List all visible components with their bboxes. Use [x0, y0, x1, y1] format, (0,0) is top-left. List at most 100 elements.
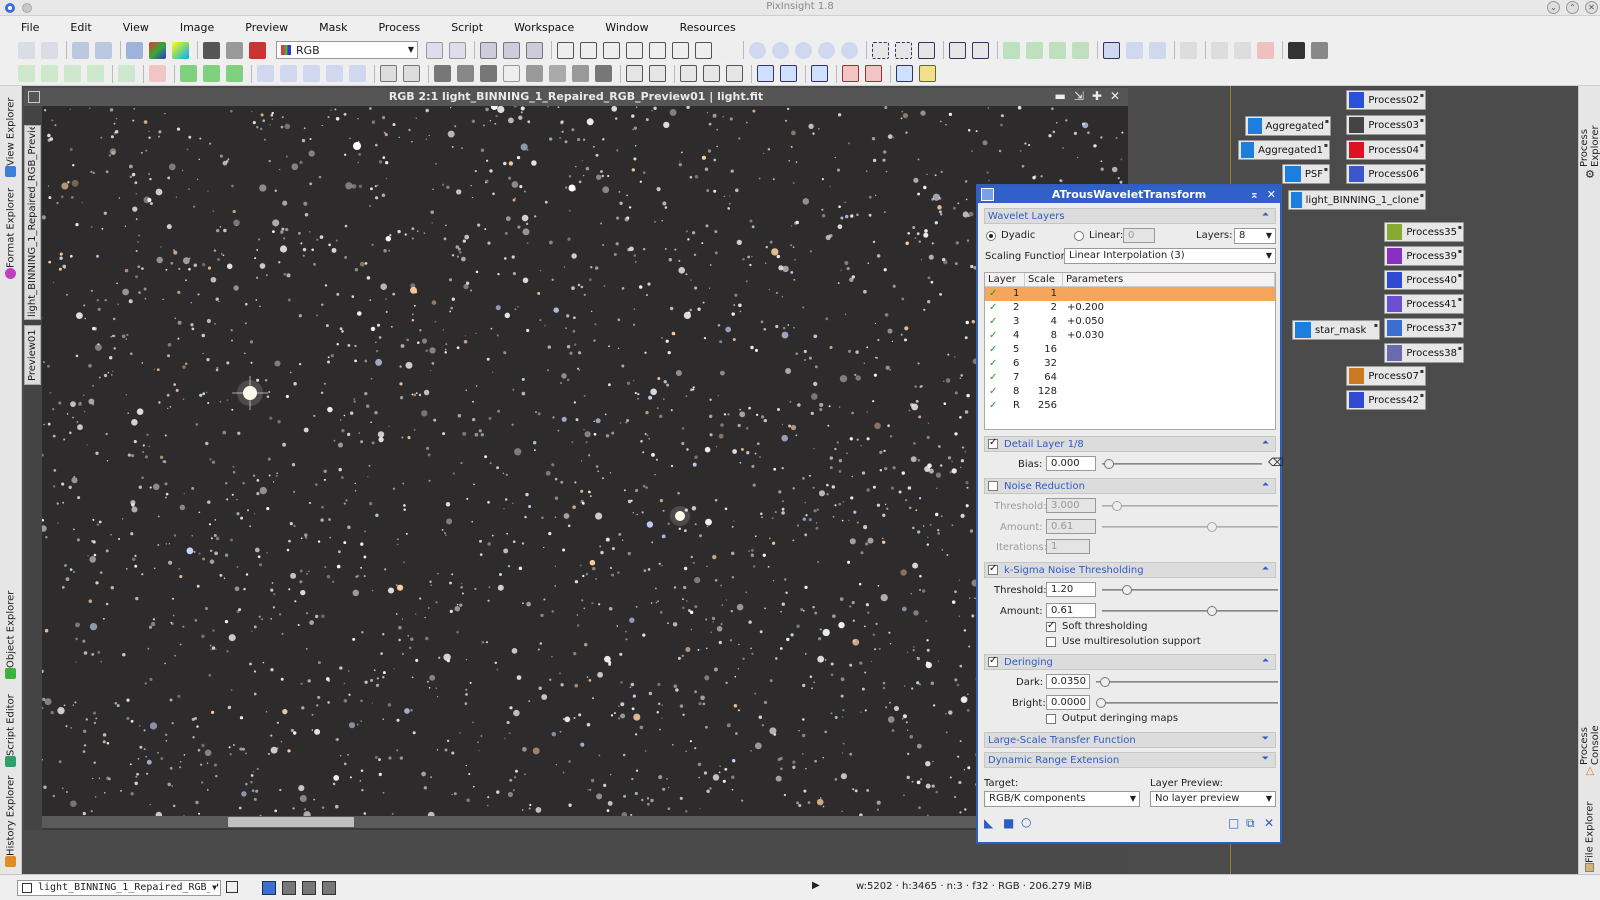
- process-icon-star-mask[interactable]: star_mask ▪: [1292, 320, 1380, 340]
- dyadic-radio[interactable]: [986, 230, 996, 241]
- tab-main-view[interactable]: light_BINNING_1_Repaired_RGB_Preview01: [24, 125, 41, 320]
- undo-icon[interactable]: [18, 41, 35, 59]
- apply-icon[interactable]: ■: [1003, 816, 1014, 830]
- page-icon[interactable]: [672, 41, 689, 59]
- ks-amount-input[interactable]: 0.61: [1046, 603, 1096, 618]
- close-button[interactable]: ✕: [1585, 1, 1598, 14]
- stf-reset-icon[interactable]: [1234, 41, 1251, 59]
- expand-icon[interactable]: ⏷: [1262, 754, 1269, 764]
- table-row[interactable]: ✓ 3 4 +0.050: [985, 315, 1275, 329]
- collapse-icon[interactable]: ⏶: [1262, 480, 1269, 490]
- preview-icon[interactable]: □: [1228, 816, 1239, 830]
- target-select[interactable]: RGB/K components ▼: [984, 791, 1140, 807]
- multires-checkbox[interactable]: [1046, 636, 1056, 647]
- image-window-icon[interactable]: [28, 91, 40, 103]
- color-icon[interactable]: [249, 41, 266, 59]
- check-icon[interactable]: ✓: [989, 287, 997, 301]
- window-grid-icon[interactable]: [526, 41, 543, 59]
- delete-icon[interactable]: [403, 65, 420, 82]
- screen-gray3-icon[interactable]: [322, 881, 336, 895]
- bias-input[interactable]: 0.000: [1046, 456, 1096, 471]
- ksigma-checkbox[interactable]: [988, 563, 998, 575]
- mask-edit-icon[interactable]: [1026, 41, 1043, 59]
- clear-icon[interactable]: ⌫: [1268, 456, 1284, 469]
- tab-view-explorer[interactable]: View Explorer: [2, 94, 20, 180]
- output-deringing-checkbox[interactable]: [1046, 713, 1056, 724]
- tab-process-explorer[interactable]: ⚙ Process Explorer: [1579, 92, 1600, 182]
- process-icon-process39[interactable]: Process39 ▪: [1384, 246, 1464, 266]
- iconize-icon[interactable]: ⇲: [1074, 89, 1084, 103]
- stf-delete-icon[interactable]: [1257, 41, 1274, 59]
- menu-window[interactable]: Window: [605, 21, 665, 34]
- menu-script[interactable]: Script: [451, 21, 500, 34]
- preview-new-icon[interactable]: [872, 41, 889, 59]
- monitor-b-icon[interactable]: [780, 65, 797, 82]
- monitor-e-icon[interactable]: [865, 65, 882, 82]
- menu-edit[interactable]: Edit: [70, 21, 108, 34]
- section-dynamic-range[interactable]: Dynamic Range Extension ⏷: [984, 752, 1276, 768]
- fill-e-icon[interactable]: [526, 65, 543, 82]
- process-icon-psf[interactable]: PSF ▪: [1282, 164, 1330, 184]
- output-deringing-option[interactable]: Output deringing maps: [1046, 713, 1178, 724]
- panel-e-icon[interactable]: [726, 65, 743, 82]
- rotate-ccw-icon[interactable]: [303, 65, 320, 82]
- collapse-icon[interactable]: ⏶: [1262, 656, 1269, 666]
- new-image-icon[interactable]: [72, 41, 89, 59]
- scrollbar-thumb[interactable]: [228, 817, 354, 827]
- cube-c-icon[interactable]: [226, 65, 243, 82]
- check-icon[interactable]: ✓: [989, 357, 997, 371]
- linear-option[interactable]: Linear:: [1074, 230, 1123, 241]
- collapse-icon[interactable]: ⏶: [1262, 438, 1269, 448]
- shade-icon[interactable]: ▬: [1054, 89, 1065, 103]
- monitor-icon[interactable]: [757, 65, 774, 82]
- soft-thresholding-option[interactable]: Soft thresholding: [1046, 620, 1147, 632]
- grayscale-icon[interactable]: [226, 41, 243, 59]
- menu-image[interactable]: Image: [180, 21, 231, 34]
- rgb-screen-icon[interactable]: [149, 41, 166, 59]
- shade-icon[interactable]: ⌅: [1250, 186, 1259, 203]
- cube-b-icon[interactable]: [203, 65, 220, 82]
- window-cascade-icon[interactable]: [503, 41, 520, 59]
- apply-global-icon[interactable]: ○: [1021, 815, 1031, 829]
- view-window-icon[interactable]: [226, 881, 238, 893]
- grid-a-icon[interactable]: [18, 65, 35, 82]
- process-icon-process37[interactable]: Process37 ▪: [1384, 318, 1464, 338]
- zoom-fit-icon[interactable]: [818, 41, 835, 59]
- shrink-icon[interactable]: [603, 41, 620, 59]
- layout-a-icon[interactable]: [949, 41, 966, 59]
- move-icon[interactable]: [649, 41, 666, 59]
- monitor-g-icon[interactable]: [919, 65, 936, 82]
- paste-icon[interactable]: [449, 41, 466, 59]
- new-instance-icon[interactable]: ◣: [984, 816, 993, 830]
- zoom-1-1-icon[interactable]: [795, 41, 812, 59]
- pointer-icon[interactable]: [718, 41, 735, 59]
- panel-c-icon[interactable]: [680, 65, 697, 82]
- fill-d-icon[interactable]: [503, 65, 520, 82]
- monitor-c-icon[interactable]: [811, 65, 828, 82]
- section-wavelet-layers[interactable]: Wavelet Layers ⏶: [984, 208, 1276, 224]
- layers-select[interactable]: 8 ▼: [1234, 228, 1276, 244]
- menu-preview[interactable]: Preview: [245, 21, 305, 34]
- process-icon-process42[interactable]: Process42 ▪: [1346, 390, 1426, 410]
- check-icon[interactable]: ✓: [989, 329, 997, 343]
- check-icon[interactable]: ✓: [989, 371, 997, 385]
- minimize-button[interactable]: ⌄: [1547, 1, 1560, 14]
- fill-f-icon[interactable]: [549, 65, 566, 82]
- dark-input[interactable]: 0.0350: [1046, 674, 1090, 689]
- grid-d-icon[interactable]: [87, 65, 104, 82]
- noise-reduction-checkbox[interactable]: [988, 481, 998, 491]
- dyadic-option[interactable]: Dyadic: [986, 230, 1035, 241]
- check-icon[interactable]: ✓: [989, 385, 997, 399]
- image-canvas[interactable]: [42, 106, 1128, 816]
- rotate-cw-icon[interactable]: [280, 65, 297, 82]
- channel-select[interactable]: RGB ▼: [276, 41, 418, 59]
- crosshair-icon[interactable]: [557, 41, 574, 59]
- tab-history-explorer[interactable]: History Explorer: [2, 774, 20, 870]
- detail-layer-checkbox[interactable]: [988, 437, 998, 449]
- dark-theme-icon[interactable]: [1288, 41, 1305, 59]
- expand-icon[interactable]: [626, 41, 643, 59]
- flip-h-icon[interactable]: [326, 65, 343, 82]
- close-icon[interactable]: ✕: [1110, 89, 1120, 103]
- grid-e-icon[interactable]: [118, 65, 135, 82]
- invert-icon[interactable]: [203, 41, 220, 59]
